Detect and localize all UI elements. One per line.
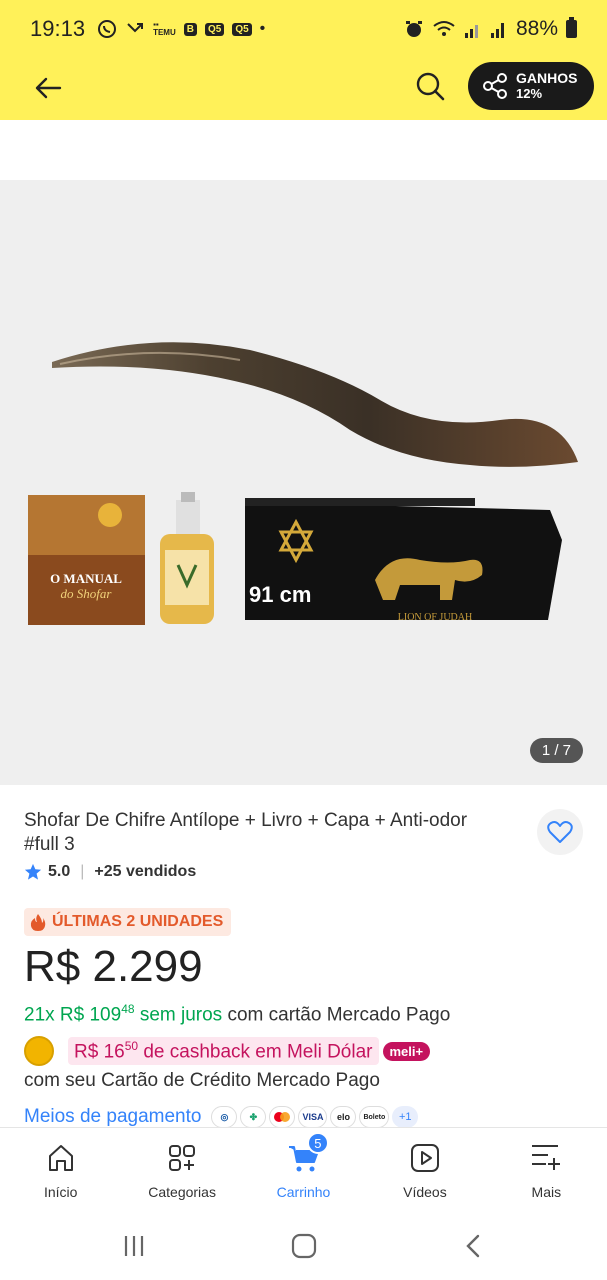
product-image: O MANUAL do Shofar 91 cm LION OF JUDAH [28, 342, 578, 625]
sold-count: +25 vendidos [94, 863, 197, 880]
nav-more[interactable]: Mais [486, 1128, 607, 1212]
rating-row[interactable]: 5.0 | +25 vendidos [24, 863, 196, 881]
share-text: GANHOS 12% [516, 70, 578, 102]
nav-categories-label: Categorias [148, 1184, 216, 1200]
notification-icons: ▪▪ TEMU B Q5 Q5 • [97, 19, 265, 39]
price: R$ 2.299 [24, 942, 203, 991]
share-earnings-button[interactable]: GANHOS 12% [468, 62, 594, 110]
missed-call-icon [127, 23, 144, 33]
app-box-icon: Q5 [204, 22, 225, 36]
nav-row: GANHOS 12% [0, 58, 607, 120]
cashback-row[interactable]: R$ 1650 de cashback em Meli Dólar meli+ [24, 1036, 431, 1066]
app-box-icon: Q5 [232, 22, 252, 36]
card-note: com seu Cartão de Crédito Mercado Pago [24, 1070, 380, 1091]
status-time: 19:13 [30, 16, 86, 41]
stock-badge: ÚLTIMAS 2 UNIDADES [24, 908, 232, 936]
cart-count-badge: 5 [306, 1132, 329, 1154]
rating-separator: | [80, 863, 85, 880]
signal-icon [464, 25, 478, 38]
nav-home-label: Início [43, 1184, 78, 1200]
menu-plus-icon [529, 1140, 563, 1176]
stock-badge-text: ÚLTIMAS 2 UNIDADES [52, 913, 224, 930]
share-icon [483, 73, 507, 99]
length-label: 91 cm [249, 582, 311, 607]
temu-icon: ▪▪ TEMU [153, 20, 176, 37]
heart-icon [547, 821, 573, 843]
installments-interest: sem juros [134, 1004, 223, 1026]
card-brand-icon: ✤ [240, 1106, 267, 1128]
share-title: GANHOS [516, 70, 578, 86]
signal-icon [490, 23, 504, 38]
nav-more-label: Mais [531, 1184, 562, 1200]
installments-rest: com cartão Mercado Pago [222, 1004, 451, 1026]
nav-categories[interactable]: Categorias [121, 1128, 242, 1212]
cashback-value: R$ 16 [74, 1041, 125, 1063]
meli-plus-badge: meli+ [382, 1041, 431, 1061]
elo-icon: elo [330, 1106, 357, 1128]
boleto-icon: Boleto [359, 1106, 390, 1128]
installments-cents: 48 [121, 1002, 135, 1016]
system-back-icon[interactable] [460, 1232, 488, 1260]
cashback-description: de cashback em Meli Dólar [138, 1041, 373, 1063]
nav-cart-label: Carrinho [276, 1184, 331, 1200]
system-nav-bar [0, 1212, 607, 1280]
bottom-nav: Início Categorias 5 Carrinho Vídeos Mais [0, 1127, 607, 1212]
whatsapp-icon [98, 20, 117, 38]
status-bar: 19:13 ▪▪ TEMU B Q5 Q5 • 88% [0, 0, 607, 58]
nav-videos[interactable]: Vídeos [364, 1128, 485, 1212]
nav-videos-label: Vídeos [403, 1184, 447, 1200]
case-label: LION OF JUDAH [398, 612, 472, 623]
rating-score: 5.0 [48, 863, 71, 880]
card-brand-icon: ◎ [211, 1106, 238, 1128]
more-payment-badge: +1 [392, 1106, 419, 1128]
b-icon: B [183, 22, 197, 36]
meli-dollar-coin-icon [24, 1036, 54, 1066]
fire-icon [30, 914, 46, 931]
home-button-icon[interactable] [290, 1232, 318, 1260]
star-icon [24, 863, 42, 880]
visa-icon: VISA [298, 1106, 328, 1128]
battery-icon [566, 17, 577, 38]
product-title: Shofar De Chifre Antílope + Livro + Capa… [24, 810, 468, 855]
favorite-button[interactable] [537, 809, 583, 855]
app-header: 19:13 ▪▪ TEMU B Q5 Q5 • 88% GANHOS 12% [0, 0, 607, 120]
payment-methods-link[interactable]: Meios de pagamento [24, 1106, 201, 1128]
book-title-1: O MANUAL [50, 571, 122, 586]
cashback-cents: 50 [124, 1038, 139, 1053]
product-gallery[interactable]: O MANUAL do Shofar 91 cm LION OF JUDAH 1… [0, 180, 607, 785]
nav-cart[interactable]: 5 Carrinho [243, 1128, 364, 1212]
battery-percent: 88% [515, 17, 558, 40]
recent-apps-icon[interactable] [120, 1232, 148, 1260]
image-counter: 1 / 7 [529, 738, 583, 763]
dot-icon: • [259, 20, 266, 37]
mastercard-icon [269, 1106, 296, 1128]
back-arrow-icon[interactable] [30, 70, 66, 106]
installments[interactable]: 21x R$ 10948 sem juros com cartão Mercad… [24, 1002, 450, 1026]
home-icon [44, 1140, 78, 1176]
share-percentage: 12% [516, 86, 543, 101]
wifi-icon [433, 21, 455, 36]
search-icon[interactable] [412, 68, 448, 104]
categories-icon [165, 1140, 199, 1176]
installments-amount: 21x R$ 109 [24, 1004, 122, 1026]
status-right: 88% [404, 17, 577, 41]
play-video-icon [408, 1140, 442, 1176]
nav-home[interactable]: Início [0, 1128, 121, 1212]
cashback-text: R$ 1650 de cashback em Meli Dólar [68, 1036, 379, 1066]
alarm-icon [405, 21, 422, 37]
book-title-2: do Shofar [61, 586, 113, 601]
